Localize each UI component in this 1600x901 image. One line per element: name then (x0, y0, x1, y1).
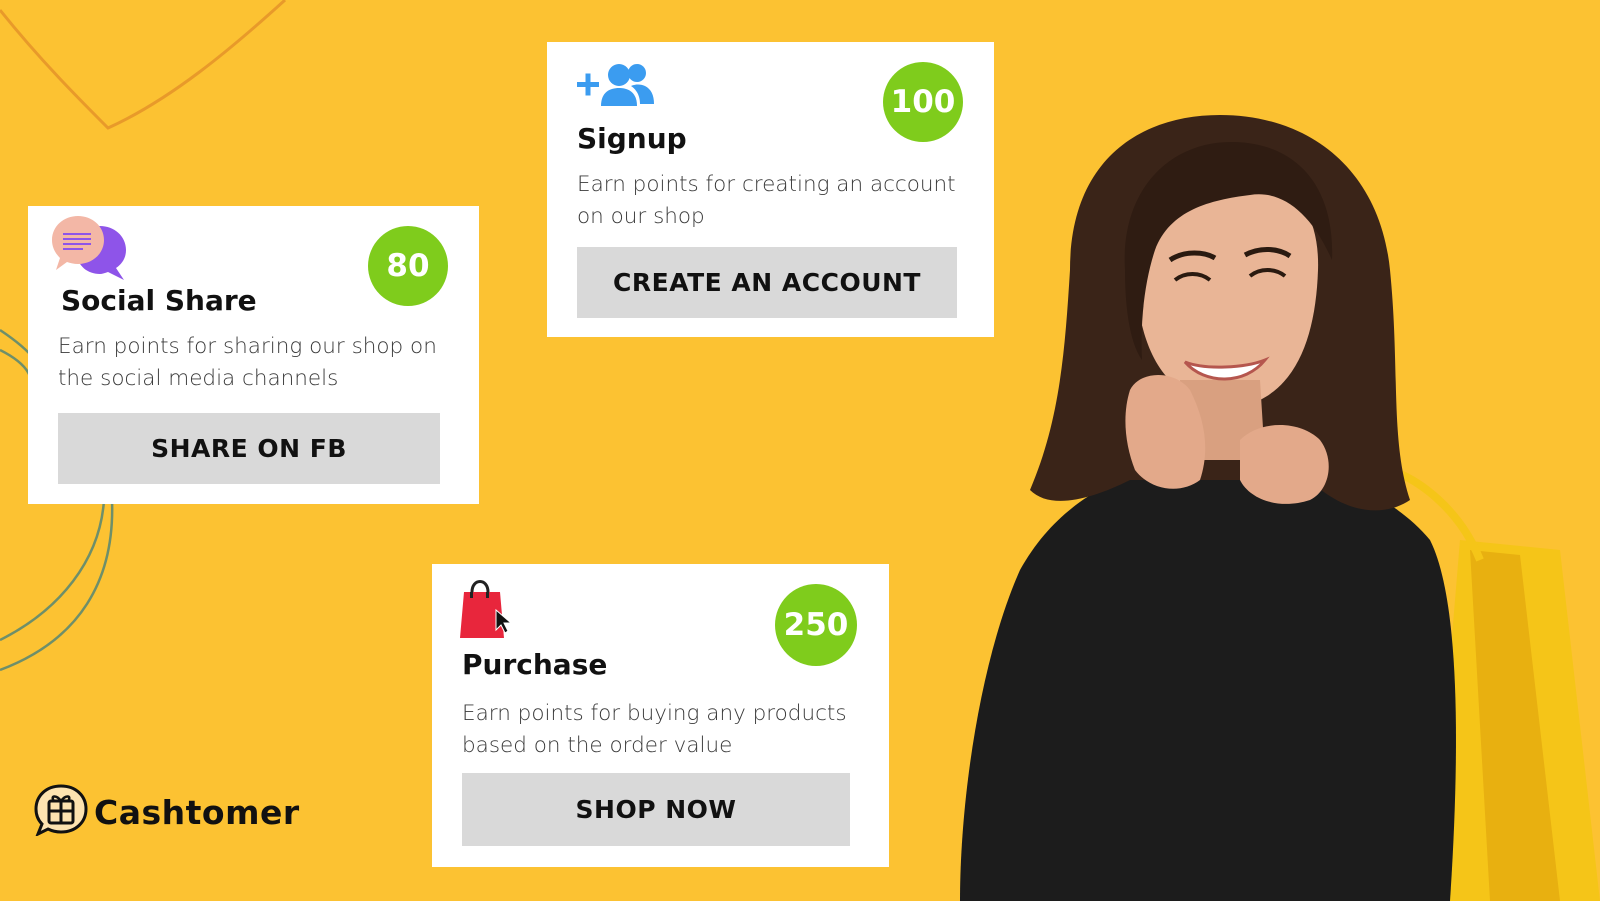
shop-now-button[interactable]: SHOP NOW (462, 773, 850, 846)
card-description: Earn points for buying any products base… (462, 701, 847, 758)
purchase-card: 250 Purchase Earn points for buying any … (432, 564, 889, 867)
add-users-icon (575, 62, 655, 112)
card-title: Signup (577, 122, 687, 155)
points-badge: 80 (368, 226, 448, 306)
card-description: Earn points for sharing our shop on the … (58, 334, 437, 391)
create-account-button[interactable]: CREATE AN ACCOUNT (577, 247, 957, 318)
brand-logo: Cashtomer (34, 784, 300, 840)
card-title: Purchase (462, 648, 608, 681)
points-badge: 100 (883, 62, 963, 142)
chat-bubbles-icon (52, 214, 128, 286)
brand-name: Cashtomer (94, 792, 300, 832)
signup-card: 100 Signup Earn points for creating an a… (547, 42, 994, 337)
share-on-fb-button[interactable]: SHARE ON FB (58, 413, 440, 484)
gift-chat-icon (34, 784, 88, 840)
points-badge: 250 (775, 584, 857, 666)
card-description: Earn points for creating an account on o… (577, 172, 956, 229)
shopping-bag-icon (460, 574, 516, 644)
smiling-woman-shopping-bag-photo (960, 115, 1600, 901)
social-share-card: 80 Social Share Earn points for sharing … (28, 206, 479, 504)
card-title: Social Share (61, 284, 257, 317)
